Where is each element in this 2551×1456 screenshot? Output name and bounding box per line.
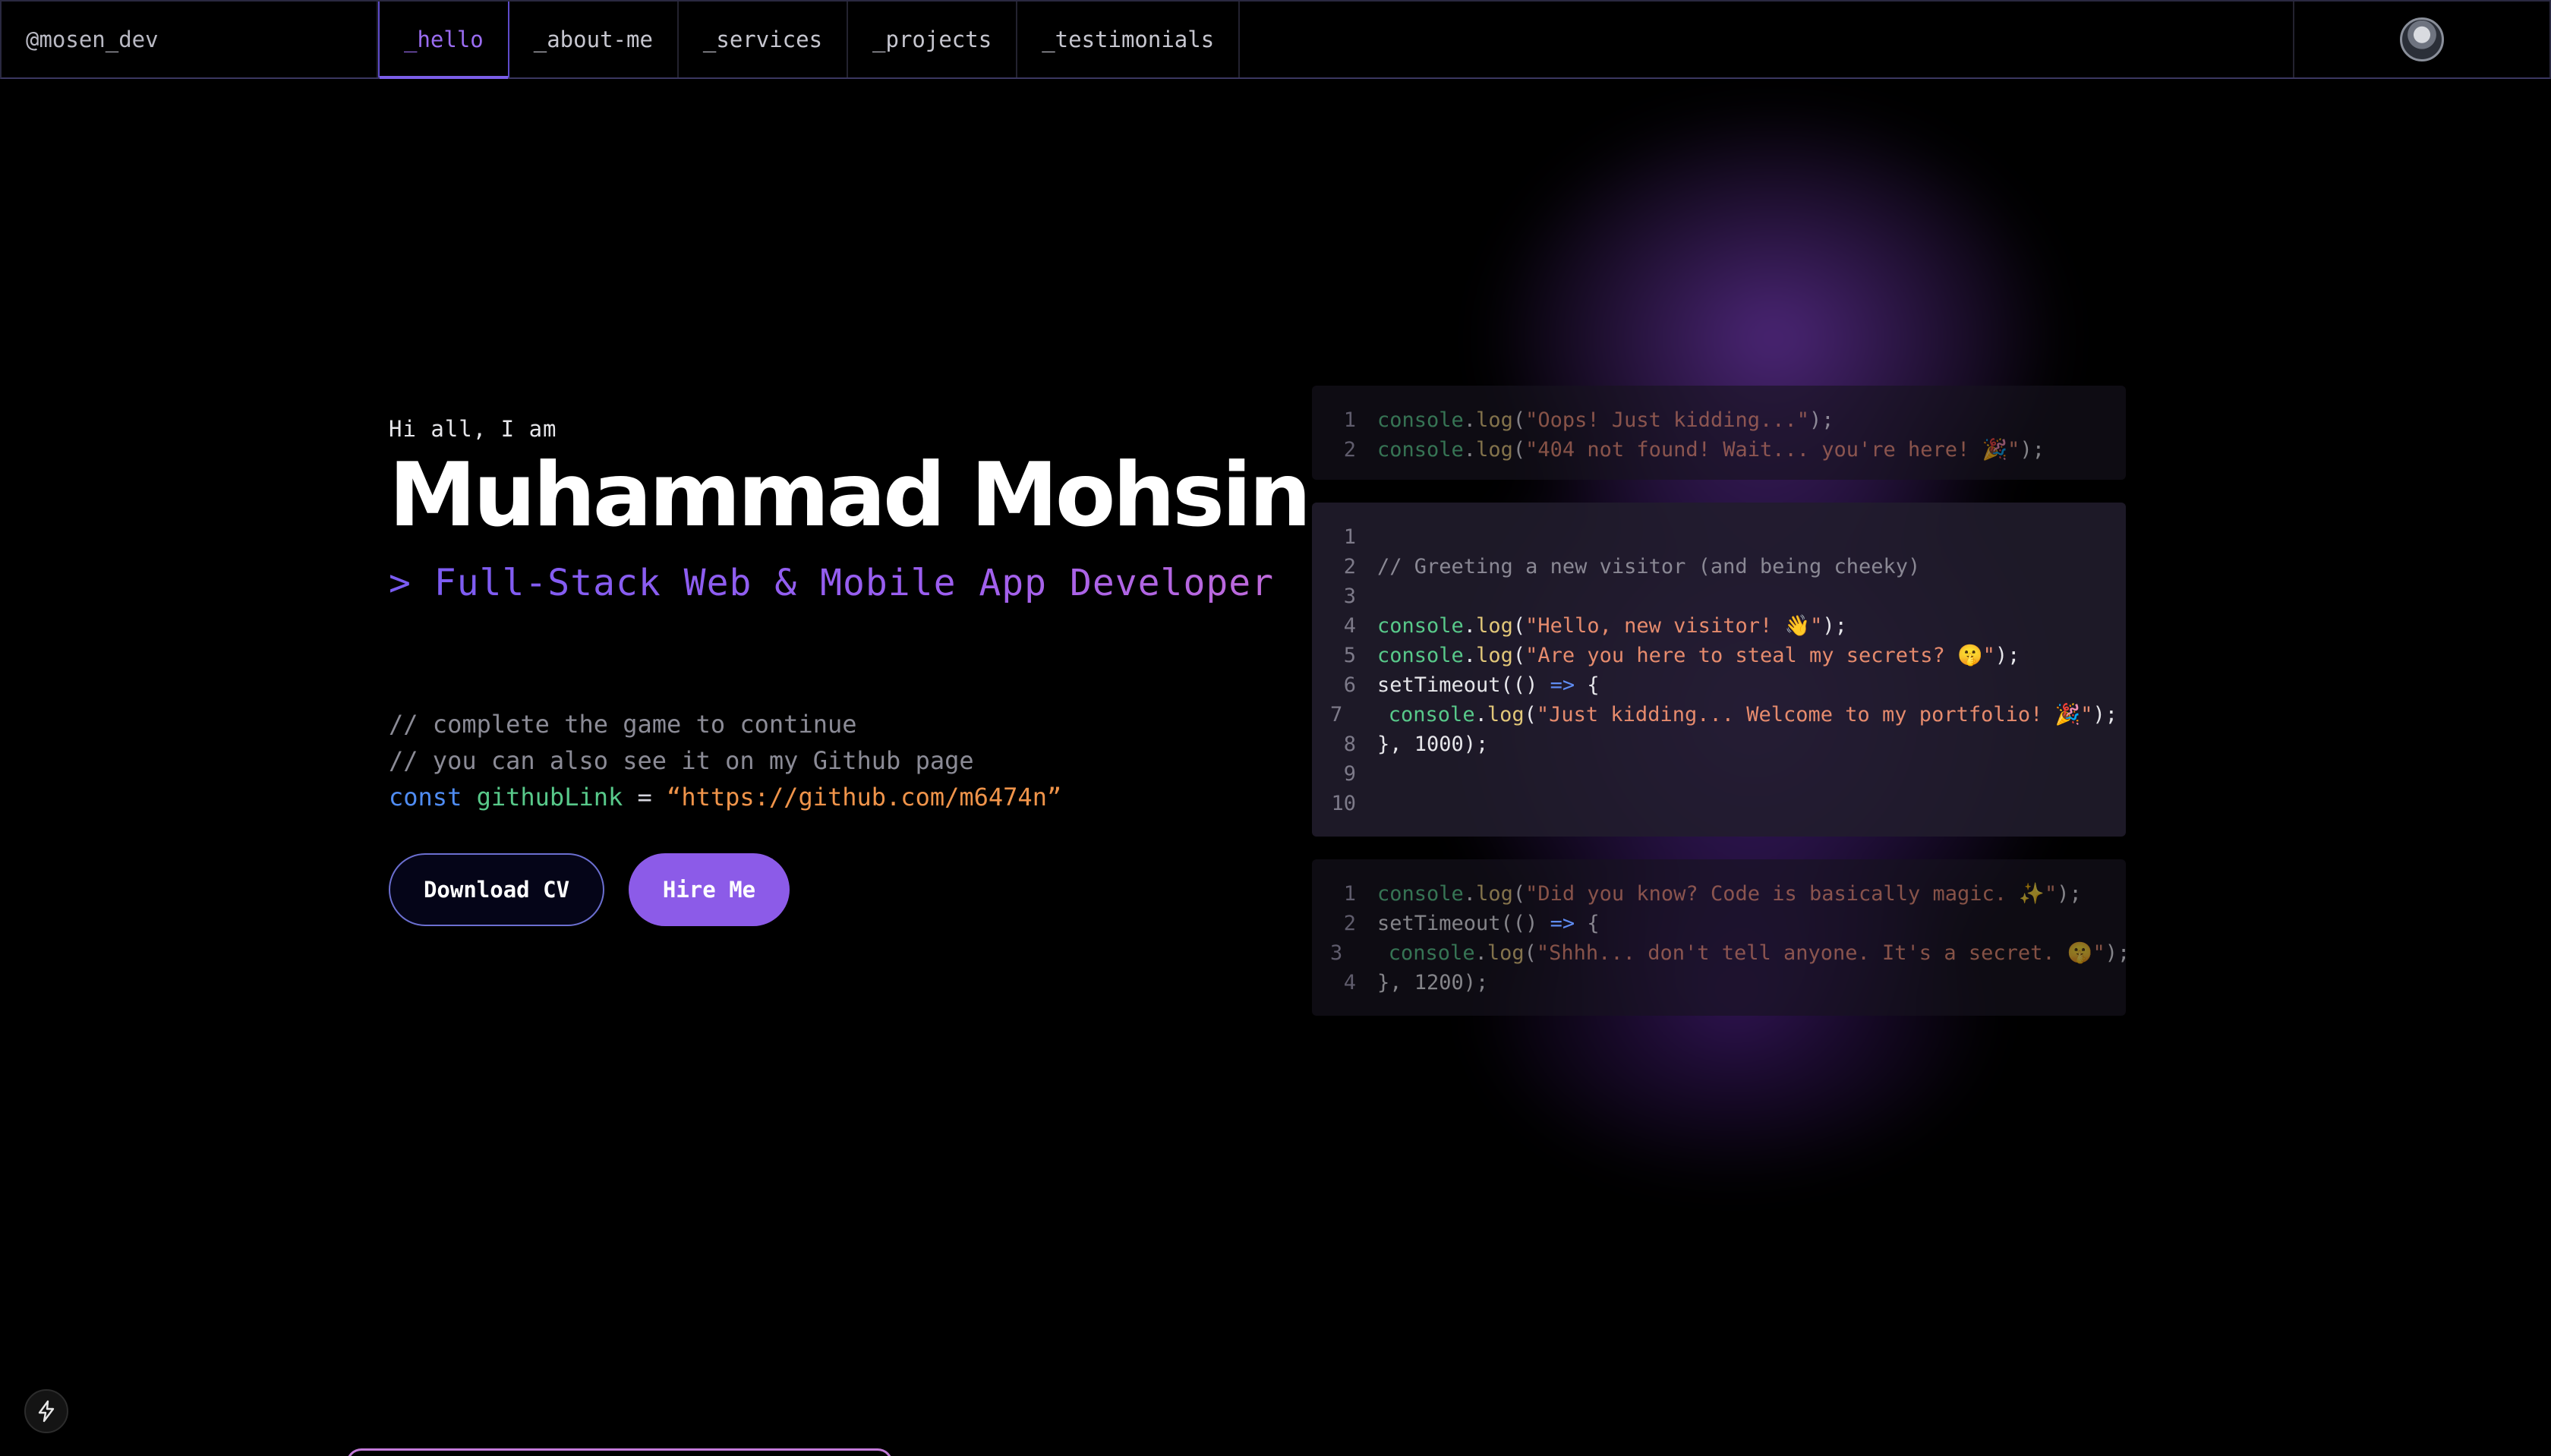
bottom-card-edge <box>346 1448 893 1456</box>
code-line: 3 <box>1330 581 2108 611</box>
code-line: 10 <box>1330 789 2108 818</box>
code-line: 2 setTimeout(() => { <box>1330 909 2108 938</box>
tab-about-me[interactable]: _about-me <box>509 2 679 77</box>
line-number: 8 <box>1343 733 1356 756</box>
line-number: 4 <box>1343 971 1356 994</box>
code-line: 7 console.log("Just kidding... Welcome t… <box>1330 700 2117 730</box>
code-text: console.log("Oops! Just kidding..."); <box>1377 408 1834 432</box>
top-nav: @mosen_dev _hello _about-me _services _p… <box>0 0 2551 79</box>
code-line: 6 setTimeout(() => { <box>1330 670 2108 700</box>
line-number: 2 <box>1343 912 1356 935</box>
line-number: 6 <box>1343 673 1356 697</box>
line-number: 2 <box>1343 438 1356 462</box>
comment-line-1: // complete the game to continue <box>389 709 857 739</box>
code-text: console.log("Hello, new visitor! 👋"); <box>1377 614 1847 638</box>
tab-projects[interactable]: _projects <box>848 2 1018 77</box>
role-subtitle: > Full-Stack Web & Mobile App Developer <box>389 562 1308 604</box>
line-number: 10 <box>1331 792 1356 815</box>
line-number: 1 <box>1343 525 1356 549</box>
code-line: 1 console.log("Oops! Just kidding..."); <box>1330 405 2108 435</box>
code-line: 5 console.log("Are you here to steal my s… <box>1330 641 2108 670</box>
tab-testimonials[interactable]: _testimonials <box>1017 2 1241 77</box>
line-number: 4 <box>1343 614 1356 638</box>
code-line: 1 console.log("Did you know? Code is basi… <box>1330 879 2108 909</box>
line-number: 1 <box>1343 882 1356 906</box>
line-number: 2 <box>1343 555 1356 578</box>
line-number: 1 <box>1343 408 1356 432</box>
github-link[interactable]: “https://github.com/m6474n” <box>667 783 1061 812</box>
line-number: 3 <box>1343 585 1356 608</box>
hero-section: Hi all, I am Muhammad Mohsin > Full-Stac… <box>389 416 1311 926</box>
line-number: 7 <box>1330 703 1343 726</box>
code-text: console.log("Shhh... don't tell anyone. … <box>1388 941 2130 965</box>
code-card-top: 1 console.log("Oops! Just kidding..."); 2 c… <box>1312 386 2126 480</box>
line-number: 5 <box>1343 644 1356 667</box>
lightning-icon[interactable] <box>24 1389 68 1433</box>
code-text: console.log("Just kidding... Welcome to … <box>1388 703 2118 726</box>
code-card-main: 1 2 // Greeting a new visitor (and being c… <box>1312 503 2126 837</box>
tab-services[interactable]: _services <box>679 2 849 77</box>
line-number: 3 <box>1330 941 1343 965</box>
code-line: 2 // Greeting a new visitor (and being ch… <box>1330 552 2108 581</box>
comment-line-2: // you can also see it on my Github page <box>389 745 974 775</box>
code-snippet: // complete the game to continue // you … <box>389 706 1308 815</box>
const-keyword: const <box>389 782 462 812</box>
code-text: setTimeout(() => { <box>1377 912 1600 935</box>
nav-profile <box>2293 2 2549 77</box>
avatar[interactable] <box>2400 17 2444 61</box>
tab-hello[interactable]: _hello <box>378 2 509 79</box>
code-card-bottom: 1 console.log("Did you know? Code is basi… <box>1312 859 2130 1016</box>
greeting-text: Hi all, I am <box>389 416 557 442</box>
code-line: 8 }, 1000); <box>1330 730 2108 759</box>
code-line: 3 console.log("Shhh... don't tell anyone… <box>1330 938 2130 968</box>
code-line: 9 <box>1330 759 2108 789</box>
code-text: // Greeting a new visitor (and being che… <box>1377 555 1921 578</box>
code-line: 1 <box>1330 522 2108 552</box>
code-line: 4 }, 1200); <box>1330 968 2108 997</box>
hire-me-button[interactable]: Hire Me <box>629 852 790 926</box>
code-line: 4 console.log("Hello, new visitor! 👋"); <box>1330 611 2108 641</box>
assign-operator: = <box>637 782 652 812</box>
github-link-line: const githubLink = “https://github.com/m… <box>389 779 1308 815</box>
code-text: }, 1000); <box>1377 733 1489 756</box>
download-cv-button[interactable]: Download CV <box>389 852 604 926</box>
code-line: 2 console.log("404 not found! Wait... you… <box>1330 435 2108 465</box>
code-text: setTimeout(() => { <box>1377 673 1600 697</box>
code-text: }, 1200); <box>1377 971 1489 994</box>
page-title: Muhammad Mohsin <box>389 444 1311 547</box>
code-text: console.log("404 not found! Wait... you'… <box>1377 438 2045 462</box>
github-var: githubLink <box>476 782 623 812</box>
brand-logo[interactable]: @mosen_dev <box>2 2 378 77</box>
nav-tabs: _hello _about-me _services _projects _te… <box>378 2 1241 79</box>
hero-buttons: Download CV Hire Me <box>389 852 1308 926</box>
code-text: console.log("Did you know? Code is basic… <box>1377 882 2082 906</box>
line-number: 9 <box>1343 762 1356 786</box>
code-text: console.log("Are you here to steal my se… <box>1377 644 2020 667</box>
